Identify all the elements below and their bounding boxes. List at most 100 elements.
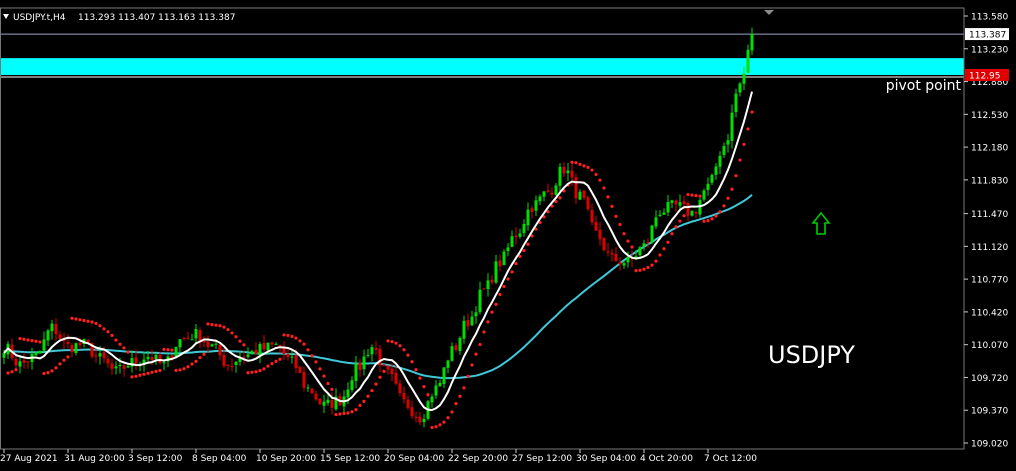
candle xyxy=(602,237,606,252)
sar-dot xyxy=(230,331,234,335)
sar-dot xyxy=(210,323,214,327)
candle-body xyxy=(742,73,746,84)
sar-dot xyxy=(602,186,606,190)
candle-body xyxy=(294,355,298,368)
y-tick-label: 109.720 xyxy=(971,374,1008,384)
sar-dot xyxy=(426,393,430,397)
sar-dot xyxy=(10,370,14,374)
sar-dot xyxy=(666,240,670,244)
candle-body xyxy=(146,356,150,360)
sar-dot xyxy=(706,218,710,223)
candle-body xyxy=(226,364,230,366)
sar-dot xyxy=(486,320,490,324)
candle-body xyxy=(126,366,130,368)
sar-dot xyxy=(474,352,478,356)
candle-body xyxy=(430,396,434,403)
candle-body xyxy=(470,316,474,326)
candle xyxy=(650,224,654,244)
candle-body xyxy=(118,365,122,367)
sar-dot xyxy=(402,348,406,352)
sar-dot xyxy=(274,359,278,363)
candle-body xyxy=(330,399,334,408)
candle-body xyxy=(690,210,694,216)
x-tick-label: 22 Sep 20:00 xyxy=(448,454,508,464)
sar-dot xyxy=(730,187,734,191)
candle-body xyxy=(326,399,330,403)
sar-dot xyxy=(354,408,358,412)
sar-dot xyxy=(54,366,58,370)
sar-dot xyxy=(674,225,678,229)
sar-dot xyxy=(142,372,146,376)
candle-body xyxy=(366,354,370,356)
sar-dot xyxy=(466,374,470,378)
x-tick-label: 27 Aug 2021 xyxy=(0,454,58,464)
candle-body xyxy=(610,253,614,255)
candle-body xyxy=(422,418,426,423)
sar-dot xyxy=(390,340,394,344)
candle-body xyxy=(354,363,358,381)
sar-dot xyxy=(682,214,686,218)
candle-body xyxy=(678,202,682,206)
sar-dot xyxy=(66,355,70,359)
candle-body xyxy=(482,288,486,290)
candle-body xyxy=(42,339,46,351)
sar-dot xyxy=(586,165,590,170)
sar-dot xyxy=(642,267,646,271)
sar-dot xyxy=(146,371,150,375)
candle-body xyxy=(478,289,482,313)
candle-body xyxy=(302,372,306,388)
sar-dot xyxy=(686,192,690,197)
candle-body xyxy=(282,348,286,354)
candle-body xyxy=(70,345,74,353)
candle-body xyxy=(214,343,218,345)
candle-body xyxy=(518,233,522,237)
sar-dot xyxy=(526,242,530,246)
pivot-point-label: pivot point xyxy=(886,78,962,94)
candle-body xyxy=(230,365,234,367)
candle-body xyxy=(314,393,318,400)
candle-body xyxy=(122,365,126,369)
candle-body xyxy=(746,49,750,73)
candle-body xyxy=(638,247,642,256)
sar-dot xyxy=(266,364,270,368)
sar-dot xyxy=(670,232,674,236)
sar-dot xyxy=(318,367,322,371)
candle-body xyxy=(266,342,270,351)
candle-body xyxy=(486,280,490,290)
sar-dot xyxy=(506,277,510,281)
candle-body xyxy=(350,380,354,390)
candle-body xyxy=(438,382,442,386)
sar-dot xyxy=(582,164,586,168)
candle-body xyxy=(258,344,262,356)
candle-body xyxy=(694,211,698,214)
sar-dot xyxy=(18,336,22,341)
sar-dot xyxy=(450,410,454,414)
sar-dot xyxy=(174,368,178,372)
sar-dot xyxy=(310,354,314,358)
candle xyxy=(310,388,314,394)
candle-body xyxy=(246,354,250,357)
candle-body xyxy=(318,398,322,405)
sar-dot xyxy=(346,411,350,415)
sar-dot xyxy=(394,341,398,345)
candle-body xyxy=(614,253,618,262)
sar-dot xyxy=(38,340,42,344)
sar-dot xyxy=(294,336,298,340)
sar-dot xyxy=(702,219,706,223)
y-tick-label: 109.020 xyxy=(971,440,1008,450)
candle-body xyxy=(510,236,514,247)
candle-body xyxy=(658,214,662,216)
sar-dot xyxy=(362,399,366,404)
candle-body xyxy=(514,235,518,238)
candle-body xyxy=(454,345,458,351)
candle-body xyxy=(358,362,362,370)
candle-body xyxy=(46,330,50,341)
candle-body xyxy=(22,360,26,363)
sar-dot xyxy=(694,194,698,198)
candle-body xyxy=(542,191,546,197)
candle-body xyxy=(534,200,538,211)
candle-body xyxy=(106,358,110,364)
y-tick-label: 111.830 xyxy=(971,176,1008,186)
sar-dot xyxy=(590,168,594,172)
candle-body xyxy=(182,338,186,340)
